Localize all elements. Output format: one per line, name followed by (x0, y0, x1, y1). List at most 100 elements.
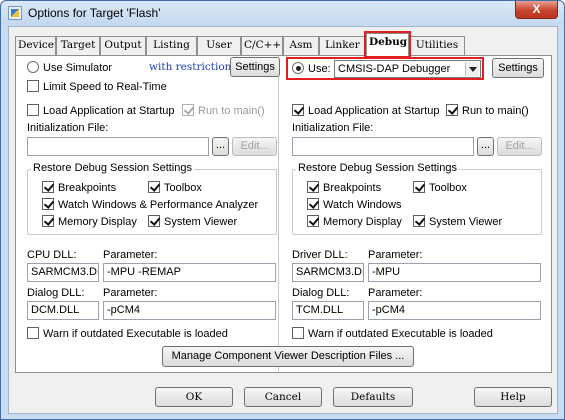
right-dialog-dll-label: Dialog DLL: (292, 287, 350, 299)
left-watch-windows-checkbox[interactable] (42, 198, 54, 210)
right-run-to-main-checkbox[interactable] (446, 104, 458, 116)
right-breakpoints-label: Breakpoints (323, 182, 382, 194)
left-toolbox-checkbox[interactable] (148, 181, 160, 193)
left-dialog-dll-input[interactable]: DCM.DLL (27, 301, 99, 320)
left-dialog-parameter-label: Parameter: (103, 287, 158, 299)
tab-target[interactable]: Target (56, 36, 100, 55)
right-watch-windows-checkbox[interactable] (307, 198, 319, 210)
cancel-button[interactable]: Cancel (244, 387, 322, 407)
debug-panel: Use Simulator with restrictions Settings… (15, 55, 552, 373)
left-breakpoints-option[interactable]: Breakpoints (42, 181, 116, 194)
driver-dll-input[interactable]: SARMCM3.DLL (292, 263, 364, 282)
right-dialog-dll-input[interactable]: TCM.DLL (292, 301, 364, 320)
left-load-app-checkbox[interactable] (27, 104, 39, 116)
tab-c-cpp[interactable]: C/C++ (241, 36, 283, 55)
left-warn-outdated-checkbox[interactable] (27, 327, 39, 339)
right-breakpoints-checkbox[interactable] (307, 181, 319, 193)
use-debugger-option[interactable]: Use: (292, 62, 331, 75)
right-watch-windows-option[interactable]: Watch Windows (307, 198, 401, 211)
with-restrictions-link[interactable]: with restrictions (149, 61, 237, 73)
right-init-file-edit-button[interactable]: Edit... (497, 137, 542, 156)
left-init-file-edit-button[interactable]: Edit... (232, 137, 277, 156)
tab-debug[interactable]: Debug (364, 31, 411, 58)
driver-parameter-input[interactable]: -MPU (368, 263, 541, 282)
right-system-viewer-label: System Viewer (429, 216, 503, 228)
left-dialog-dll-label: Dialog DLL: (27, 287, 85, 299)
left-warn-outdated-option[interactable]: Warn if outdated Executable is loaded (27, 327, 228, 340)
options-dialog: Options for Target 'Flash' X Device Targ… (0, 0, 565, 420)
right-dialog-parameter-input[interactable]: -pCM4 (368, 301, 541, 320)
right-toolbox-label: Toolbox (429, 182, 467, 194)
cpu-dll-input[interactable]: SARMCM3.DLL (27, 263, 99, 282)
tab-output[interactable]: Output (100, 36, 146, 55)
use-simulator-option[interactable]: Use Simulator (27, 61, 112, 74)
right-system-viewer-checkbox[interactable] (413, 215, 425, 227)
left-init-file-input[interactable] (27, 137, 209, 156)
simulator-settings-button[interactable]: Settings (230, 57, 280, 77)
left-dialog-parameter-input[interactable]: -pCM4 (103, 301, 276, 320)
left-run-to-main-option[interactable]: Run to main() (182, 104, 265, 117)
limit-speed-checkbox[interactable] (27, 80, 39, 92)
tab-device[interactable]: Device (15, 36, 56, 55)
ok-button[interactable]: OK (155, 387, 233, 407)
left-system-viewer-checkbox[interactable] (148, 215, 160, 227)
right-load-app-option[interactable]: Load Application at Startup (292, 104, 439, 117)
left-warn-outdated-label: Warn if outdated Executable is loaded (43, 328, 228, 340)
left-run-to-main-label: Run to main() (198, 105, 265, 117)
driver-parameter-label: Parameter: (368, 249, 423, 261)
left-watch-windows-option[interactable]: Watch Windows & Performance Analyzer (42, 198, 258, 211)
right-load-app-checkbox[interactable] (292, 104, 304, 116)
right-run-to-main-option[interactable]: Run to main() (446, 104, 529, 117)
dialog-client: Device Target Output Listing User C/C++ … (8, 26, 558, 414)
right-toolbox-option[interactable]: Toolbox (413, 181, 467, 194)
use-simulator-label: Use Simulator (43, 62, 113, 74)
debugger-select[interactable]: CMSIS-DAP Debugger (334, 60, 481, 78)
limit-speed-label: Limit Speed to Real-Time (43, 81, 167, 93)
title-bar[interactable]: Options for Target 'Flash' X (1, 1, 564, 25)
left-memory-display-checkbox[interactable] (42, 215, 54, 227)
cpu-parameter-input[interactable]: -MPU -REMAP (103, 263, 276, 282)
right-watch-windows-label: Watch Windows (323, 199, 402, 211)
tab-linker[interactable]: Linker (319, 36, 366, 55)
limit-speed-option[interactable]: Limit Speed to Real-Time (27, 80, 167, 93)
tab-listing[interactable]: Listing (146, 36, 197, 55)
help-button[interactable]: Help (474, 387, 552, 407)
use-simulator-radio[interactable] (27, 61, 39, 73)
left-system-viewer-label: System Viewer (164, 216, 238, 228)
right-memory-display-checkbox[interactable] (307, 215, 319, 227)
cpu-dll-label: CPU DLL: (27, 249, 77, 261)
right-system-viewer-option[interactable]: System Viewer (413, 215, 502, 228)
manage-component-viewer-button[interactable]: Manage Component Viewer Description File… (162, 346, 414, 367)
right-init-file-label: Initialization File: (292, 122, 374, 134)
left-init-file-browse-button[interactable]: ... (212, 137, 229, 156)
defaults-button[interactable]: Defaults (333, 387, 413, 407)
right-memory-display-option[interactable]: Memory Display (307, 215, 402, 228)
right-init-file-browse-button[interactable]: ... (477, 137, 494, 156)
cpu-parameter-label: Parameter: (103, 249, 158, 261)
app-icon (8, 6, 22, 20)
left-toolbox-option[interactable]: Toolbox (148, 181, 202, 194)
right-warn-outdated-checkbox[interactable] (292, 327, 304, 339)
right-warn-outdated-label: Warn if outdated Executable is loaded (308, 328, 493, 340)
left-breakpoints-label: Breakpoints (58, 182, 117, 194)
tab-asm[interactable]: Asm (283, 36, 319, 55)
chevron-down-icon[interactable] (465, 62, 479, 76)
debugger-settings-button[interactable]: Settings (492, 58, 544, 78)
tab-utilities[interactable]: Utilities (409, 36, 465, 55)
left-memory-display-label: Memory Display (58, 216, 137, 228)
left-init-file-label: Initialization File: (27, 122, 109, 134)
use-debugger-label: Use: (308, 63, 331, 75)
left-breakpoints-checkbox[interactable] (42, 181, 54, 193)
left-system-viewer-option[interactable]: System Viewer (148, 215, 237, 228)
window-title: Options for Target 'Flash' (28, 6, 161, 20)
right-init-file-input[interactable] (292, 137, 474, 156)
right-warn-outdated-option[interactable]: Warn if outdated Executable is loaded (292, 327, 493, 340)
close-button[interactable]: X (515, 1, 558, 19)
right-breakpoints-option[interactable]: Breakpoints (307, 181, 381, 194)
left-memory-display-option[interactable]: Memory Display (42, 215, 137, 228)
left-load-app-option[interactable]: Load Application at Startup (27, 104, 174, 117)
left-run-to-main-checkbox[interactable] (182, 104, 194, 116)
right-toolbox-checkbox[interactable] (413, 181, 425, 193)
tab-user[interactable]: User (197, 36, 241, 55)
use-debugger-radio[interactable] (292, 62, 304, 74)
